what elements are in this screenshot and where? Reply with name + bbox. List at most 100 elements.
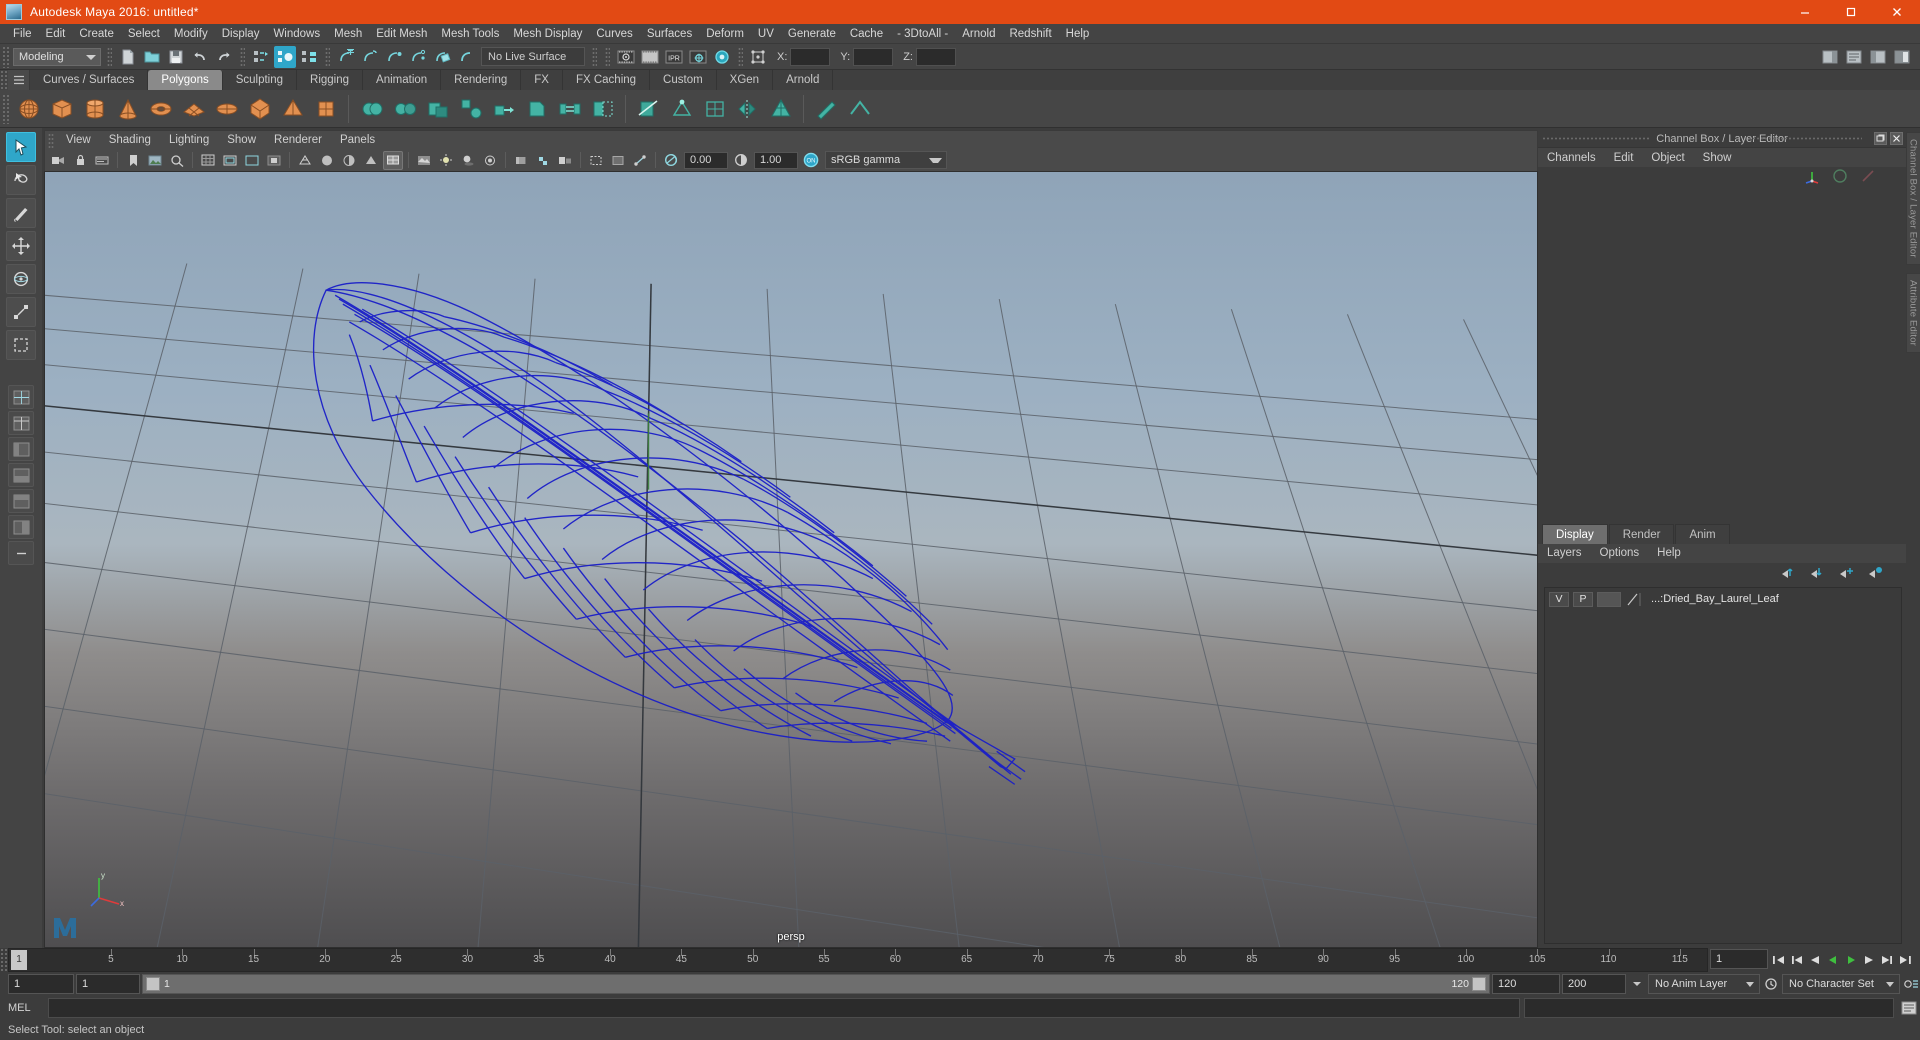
render-settings-icon[interactable] bbox=[687, 46, 709, 68]
render-view-icon[interactable] bbox=[615, 46, 637, 68]
lasso-select-tool[interactable] bbox=[6, 165, 36, 195]
menu-modify[interactable]: Modify bbox=[167, 24, 215, 44]
move-tool[interactable] bbox=[6, 231, 36, 261]
layer-menu-layers[interactable]: Layers bbox=[1538, 544, 1591, 563]
select-camera-icon[interactable] bbox=[48, 151, 68, 170]
menu-edit-mesh[interactable]: Edit Mesh bbox=[369, 24, 434, 44]
range-end-field[interactable]: 1 bbox=[76, 974, 140, 994]
shelf-grip[interactable] bbox=[0, 70, 8, 90]
layer-menu-help[interactable]: Help bbox=[1648, 544, 1690, 563]
open-scene-icon[interactable] bbox=[141, 46, 163, 68]
sculpt-tool-icon[interactable] bbox=[811, 93, 842, 124]
layer-list[interactable]: V P ...:Dried_Bay_Laurel_Leaf bbox=[1544, 587, 1902, 944]
restore-panel-icon[interactable] bbox=[1874, 132, 1887, 145]
coord-x-field[interactable] bbox=[790, 47, 831, 66]
four-view-layout[interactable] bbox=[8, 411, 34, 435]
menu-generate[interactable]: Generate bbox=[781, 24, 843, 44]
bookmarks-icon[interactable] bbox=[123, 151, 143, 170]
polygon-plane-icon[interactable] bbox=[178, 93, 209, 124]
close-panel-icon[interactable] bbox=[1890, 132, 1903, 145]
playback-start-field[interactable]: 120 bbox=[1492, 974, 1560, 994]
image-plane-icon[interactable] bbox=[145, 151, 165, 170]
polygon-torus-icon[interactable] bbox=[145, 93, 176, 124]
menu-display[interactable]: Display bbox=[215, 24, 267, 44]
panel-menu-view[interactable]: View bbox=[57, 131, 100, 150]
snap-grid-icon[interactable] bbox=[335, 46, 357, 68]
hypershade-icon[interactable] bbox=[711, 46, 733, 68]
shelf-tab-curves-surfaces[interactable]: Curves / Surfaces bbox=[30, 70, 149, 90]
menu-create[interactable]: Create bbox=[72, 24, 121, 44]
viewport-3d[interactable]: y x persp bbox=[44, 171, 1538, 948]
new-layer-icon[interactable] bbox=[1838, 565, 1855, 584]
menu-windows[interactable]: Windows bbox=[266, 24, 327, 44]
booleans-icon[interactable] bbox=[422, 93, 453, 124]
layer-tab-anim[interactable]: Anim bbox=[1675, 524, 1730, 544]
film-gate-icon[interactable] bbox=[220, 151, 240, 170]
show-hide-channel-box-icon[interactable] bbox=[1891, 46, 1913, 68]
side-tab-channel-box[interactable]: Channel Box / Layer Editor bbox=[1905, 132, 1920, 265]
exposure-icon[interactable] bbox=[661, 151, 681, 170]
coord-z-field[interactable] bbox=[915, 47, 956, 66]
smooth-shade-selected-icon[interactable] bbox=[339, 151, 359, 170]
shelf-tab-rendering[interactable]: Rendering bbox=[441, 70, 522, 90]
select-by-object-icon[interactable] bbox=[274, 45, 296, 68]
channel-menu-object[interactable]: Object bbox=[1642, 148, 1693, 168]
motion-blur-icon[interactable] bbox=[511, 151, 531, 170]
polygon-disc-icon[interactable] bbox=[211, 93, 242, 124]
textured-icon[interactable] bbox=[414, 151, 434, 170]
live-surface-field[interactable]: No Live Surface bbox=[481, 47, 585, 66]
snap-view-plane-icon[interactable] bbox=[431, 46, 453, 68]
extrude-icon[interactable] bbox=[488, 93, 519, 124]
polygon-cylinder-icon[interactable] bbox=[79, 93, 110, 124]
panel-menu-show[interactable]: Show bbox=[218, 131, 265, 150]
menu-select[interactable]: Select bbox=[121, 24, 167, 44]
time-slider-playhead[interactable]: 1 bbox=[11, 950, 27, 970]
smooth-shade-all-icon[interactable] bbox=[317, 151, 337, 170]
go-to-end-icon[interactable] bbox=[1896, 950, 1914, 970]
menu-surfaces[interactable]: Surfaces bbox=[640, 24, 699, 44]
select-by-component-icon[interactable] bbox=[298, 46, 320, 68]
bridge-icon[interactable] bbox=[554, 93, 585, 124]
grid-toggle-icon[interactable] bbox=[198, 151, 218, 170]
step-back-frame-icon[interactable] bbox=[1788, 950, 1806, 970]
new-layer-from-selected-icon[interactable] bbox=[1867, 565, 1884, 584]
xray-joints-icon[interactable] bbox=[630, 151, 650, 170]
target-weld-icon[interactable] bbox=[666, 93, 697, 124]
save-scene-icon[interactable] bbox=[165, 46, 187, 68]
shelf-tab-sculpting[interactable]: Sculpting bbox=[222, 70, 298, 90]
depth-of-field-icon[interactable] bbox=[555, 151, 575, 170]
shelf-tab-fx[interactable]: FX bbox=[521, 70, 563, 90]
close-button[interactable] bbox=[1874, 0, 1920, 24]
playback-options-icon[interactable] bbox=[1628, 974, 1646, 994]
single-perspective-view[interactable] bbox=[8, 385, 34, 409]
show-shape-attributes-icon[interactable] bbox=[1860, 168, 1876, 189]
shelf-tab-custom[interactable]: Custom bbox=[650, 70, 717, 90]
persp-graph-layout[interactable] bbox=[8, 463, 34, 487]
range-slider[interactable]: 1 120 bbox=[142, 974, 1490, 994]
show-output-attributes-icon[interactable] bbox=[1832, 168, 1848, 189]
panel-menu-grip[interactable] bbox=[48, 132, 54, 148]
layer-tab-render[interactable]: Render bbox=[1608, 524, 1675, 544]
panel-menu-lighting[interactable]: Lighting bbox=[160, 131, 218, 150]
anim-layer-select[interactable]: No Anim Layer bbox=[1648, 974, 1760, 994]
show-hide-modeling-toolkit-icon[interactable] bbox=[1819, 46, 1841, 68]
combine-icon[interactable] bbox=[356, 93, 387, 124]
range-start-field[interactable]: 1 bbox=[8, 974, 74, 994]
color-management-toggle-icon[interactable]: ON bbox=[801, 151, 821, 170]
menu-edit[interactable]: Edit bbox=[39, 24, 73, 44]
panel-menu-shading[interactable]: Shading bbox=[100, 131, 160, 150]
command-output[interactable] bbox=[1524, 998, 1894, 1018]
polygon-cone-icon[interactable] bbox=[112, 93, 143, 124]
layer-name[interactable]: ...:Dried_Bay_Laurel_Leaf bbox=[1651, 593, 1779, 605]
new-scene-icon[interactable] bbox=[117, 46, 139, 68]
script-editor-icon[interactable] bbox=[1898, 998, 1920, 1018]
color-management-dropdown[interactable]: sRGB gamma bbox=[825, 151, 947, 169]
maximize-button[interactable] bbox=[1828, 0, 1874, 24]
layer-playback-toggle[interactable]: P bbox=[1573, 591, 1593, 607]
shelf-tab-rigging[interactable]: Rigging bbox=[297, 70, 364, 90]
panel-menu-renderer[interactable]: Renderer bbox=[265, 131, 331, 150]
step-forward-frame-icon[interactable] bbox=[1878, 950, 1896, 970]
xray-icon[interactable] bbox=[608, 151, 628, 170]
layout-more-button[interactable] bbox=[8, 541, 34, 565]
playback-end-field[interactable]: 200 bbox=[1562, 974, 1626, 994]
